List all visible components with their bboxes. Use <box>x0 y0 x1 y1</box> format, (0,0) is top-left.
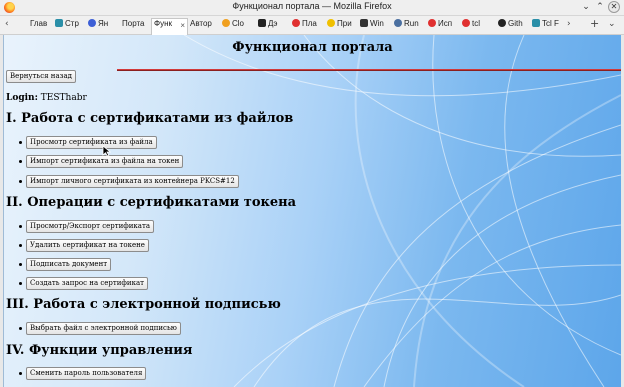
close-window-button[interactable]: ✕ <box>608 1 620 13</box>
list-all-tabs-button[interactable]: ⌄ <box>608 19 616 29</box>
list-bullet <box>19 282 22 285</box>
tab-3[interactable]: Ян <box>86 19 116 32</box>
list-bullet <box>19 263 22 266</box>
tab-9[interactable]: Пла <box>290 19 320 32</box>
tab-7[interactable]: Clo <box>220 19 250 32</box>
tab-label: Стр <box>65 19 79 28</box>
tab-label: Win <box>370 19 384 28</box>
tab-favicon-icon <box>88 19 96 27</box>
view-export-cert-button[interactable]: Просмотр/Экспорт сертификата <box>26 220 155 233</box>
list-bullet <box>19 327 22 330</box>
tab-label: Пла <box>302 19 317 28</box>
select-signature-file-button[interactable]: Выбрать файл с электронной подписью <box>26 322 181 335</box>
sign-document-button[interactable]: Подписать документ <box>26 258 112 271</box>
tab-label: Ян <box>98 19 109 28</box>
window-title: Функционал портала — Mozilla Firefox <box>232 1 392 11</box>
tab-favicon-icon <box>258 19 266 27</box>
back-button[interactable]: Вернуться назад <box>6 70 76 83</box>
section-heading-signature: III. Работа с электронной подписью <box>6 297 281 312</box>
tab-10[interactable]: При <box>325 19 355 32</box>
list-bullet <box>19 180 22 183</box>
tab-favicon-icon <box>55 19 63 27</box>
list-bullet <box>19 244 22 247</box>
tab-label: tcl <box>472 19 480 28</box>
close-tab-icon[interactable]: × <box>180 21 185 30</box>
tab-8[interactable]: Дэ <box>256 19 286 32</box>
list-bullet <box>19 225 22 228</box>
tab-label: Clo <box>232 19 245 28</box>
tab-label: Автор <box>190 19 212 28</box>
page-title: Функционал портала <box>232 40 393 55</box>
list-bullet <box>19 160 22 163</box>
tab-label: Порта <box>122 19 145 28</box>
tab-15[interactable]: Gith <box>496 19 528 32</box>
change-password-button[interactable]: Сменить пароль пользователя <box>26 367 147 380</box>
delete-cert-button[interactable]: Удалить сертификат на токене <box>26 239 149 252</box>
tab-favicon-icon <box>428 19 436 27</box>
tab-label: Tcl F <box>542 19 559 28</box>
tab-14[interactable]: tcl <box>460 19 492 32</box>
tab-4[interactable]: Порта <box>120 19 150 32</box>
page-viewport: Функционал портала Вернуться назад Login… <box>3 35 621 387</box>
tab-scroll-right-button[interactable]: › <box>567 19 571 29</box>
tab-favicon-icon <box>498 19 506 27</box>
window-titlebar: Функционал портала — Mozilla Firefox ⌄ ⌃… <box>0 0 624 16</box>
tab-6[interactable]: Автор <box>188 19 218 32</box>
tab-12[interactable]: Run <box>392 19 422 32</box>
tab-16[interactable]: Tcl F <box>530 19 562 32</box>
tab-label: Gith <box>508 19 523 28</box>
section-heading-management: IV. Функции управления <box>6 343 193 358</box>
tab-label: Глав <box>30 19 48 28</box>
list-bullet <box>19 141 22 144</box>
tab-favicon-icon <box>360 19 368 27</box>
tab-bar: ‹ Глав Стр Ян Порта Функ × Автор Clo Дэ П… <box>0 16 624 35</box>
new-tab-button[interactable]: + <box>590 17 599 30</box>
view-cert-from-file-button[interactable]: Просмотр сертификата из файла <box>26 136 157 149</box>
tab-favicon-icon <box>394 19 402 27</box>
login-label: Login: <box>6 93 38 103</box>
tab-label: Исп <box>438 19 453 28</box>
tab-label: При <box>337 19 352 28</box>
tab-label: Дэ <box>268 19 278 28</box>
create-cert-request-button[interactable]: Создать запрос на сертификат <box>26 277 148 290</box>
tab-label: Функ <box>154 19 172 28</box>
mouse-cursor-icon <box>102 145 111 157</box>
tab-favicon-icon <box>532 19 540 27</box>
tab-favicon-icon <box>327 19 335 27</box>
section-heading-files: I. Работа с сертификатами из файлов <box>6 111 294 126</box>
page-content: Функционал портала Вернуться назад Login… <box>4 35 621 387</box>
title-divider <box>117 69 621 71</box>
list-bullet <box>19 372 22 375</box>
tab-favicon-icon <box>292 19 300 27</box>
tab-2[interactable]: Стр <box>53 19 83 32</box>
login-value: TESThabr <box>40 93 87 103</box>
login-info: Login: TESThabr <box>6 93 87 103</box>
tab-favicon-icon <box>222 19 230 27</box>
import-pkcs12-button[interactable]: Импорт личного сертификата из контейнера… <box>26 175 239 188</box>
tab-label: Run <box>404 19 419 28</box>
tab-scroll-left-button[interactable]: ‹ <box>5 19 9 29</box>
tab-1[interactable]: Глав <box>28 19 52 32</box>
section-heading-token: II. Операции с сертификатами токена <box>6 195 297 210</box>
tab-favicon-icon <box>462 19 470 27</box>
tab-11[interactable]: Win <box>358 19 388 32</box>
tab-active[interactable]: Функ × <box>151 18 188 35</box>
minimize-button[interactable]: ⌄ <box>580 1 592 13</box>
maximize-button[interactable]: ⌃ <box>594 1 606 13</box>
tab-13[interactable]: Исп <box>426 19 456 32</box>
